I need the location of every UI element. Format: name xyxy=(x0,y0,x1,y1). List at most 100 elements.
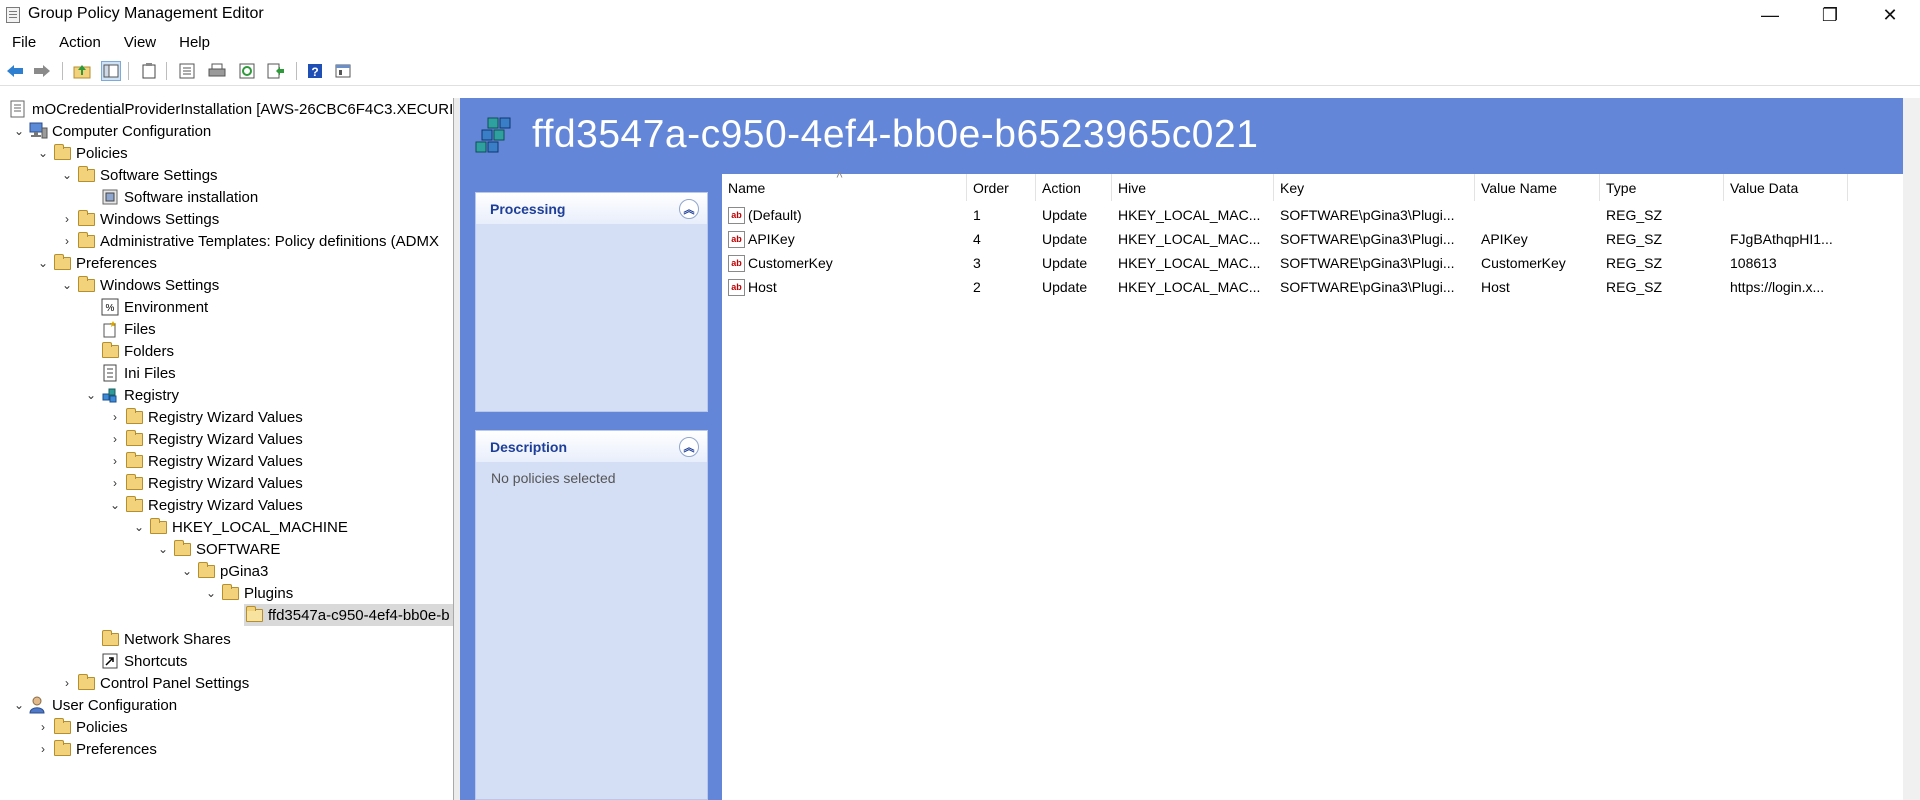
chevron-down-icon[interactable]: ⌄ xyxy=(10,124,28,138)
chevron-down-icon[interactable]: ⌄ xyxy=(154,542,172,556)
tree-shortcuts[interactable]: Shortcuts xyxy=(82,650,187,672)
up-folder-icon[interactable] xyxy=(72,61,92,81)
column-header-key[interactable]: Key xyxy=(1274,174,1475,201)
table-row[interactable]: ab (Default) 1 Update HKEY_LOCAL_MAC... S… xyxy=(722,203,1920,227)
files-icon xyxy=(100,320,120,338)
folder-icon xyxy=(124,407,144,426)
svg-text:?: ? xyxy=(311,65,318,79)
table-row[interactable]: ab Host 2 Update HKEY_LOCAL_MAC... SOFTWA… xyxy=(722,275,1920,299)
column-header-value-data[interactable]: Value Data xyxy=(1724,174,1848,201)
chevron-down-icon[interactable]: ⌄ xyxy=(82,388,100,402)
column-header-hive[interactable]: Hive xyxy=(1112,174,1274,201)
tree-files[interactable]: Files xyxy=(82,318,156,340)
processing-panel: Processing ︽ xyxy=(475,192,708,412)
chevron-right-icon[interactable]: › xyxy=(58,676,76,690)
tree-policies[interactable]: ⌄ Policies xyxy=(34,142,128,164)
tree-registry-wizard-values-1[interactable]: › Registry Wizard Values xyxy=(106,406,303,428)
column-header-value-name[interactable]: Value Name xyxy=(1475,174,1600,201)
environment-icon: % xyxy=(100,298,120,316)
tree-user-policies[interactable]: › Policies xyxy=(34,716,128,738)
tree-pgina3[interactable]: ⌄ pGina3 xyxy=(178,560,268,582)
chevron-right-icon[interactable]: › xyxy=(106,410,124,424)
tree-registry-wizard-values-4[interactable]: › Registry Wizard Values xyxy=(106,472,303,494)
menu-help[interactable]: Help xyxy=(167,34,221,51)
show-hide-tree-icon[interactable] xyxy=(101,61,121,81)
tree-preferences[interactable]: ⌄ Preferences xyxy=(34,252,157,274)
menu-file[interactable]: File xyxy=(0,34,47,51)
chevron-down-icon[interactable]: ⌄ xyxy=(178,564,196,578)
chevron-right-icon[interactable]: › xyxy=(106,432,124,446)
window-title: Group Policy Management Editor xyxy=(28,5,264,22)
chevron-down-icon[interactable]: ⌄ xyxy=(58,278,76,292)
svg-text:%: % xyxy=(106,303,115,314)
tree-software[interactable]: ⌄ SOFTWARE xyxy=(154,538,280,560)
properties-icon[interactable] xyxy=(139,61,159,81)
collapse-chevron-icon[interactable]: ︽ xyxy=(679,199,699,219)
chevron-right-icon[interactable]: › xyxy=(58,234,76,248)
software-installation-icon xyxy=(100,188,120,206)
chevron-down-icon[interactable]: ⌄ xyxy=(10,698,28,712)
folder-icon xyxy=(148,517,168,536)
folder-icon xyxy=(196,561,216,580)
chevron-down-icon[interactable]: ⌄ xyxy=(130,520,148,534)
registry-icon xyxy=(100,386,120,404)
tree-network-shares[interactable]: Network Shares xyxy=(82,628,231,650)
menu-action[interactable]: Action xyxy=(47,34,112,51)
tree-computer-configuration[interactable]: ⌄ Computer Configuration xyxy=(10,120,211,142)
tree-guid-selected[interactable]: ffd3547a-c950-4ef4-bb0e-b xyxy=(244,604,453,626)
column-header-name[interactable]: Name ˄ xyxy=(722,168,967,201)
tree-windows-settings[interactable]: › Windows Settings xyxy=(58,208,219,230)
chevron-right-icon[interactable]: › xyxy=(106,454,124,468)
chevron-down-icon[interactable]: ⌄ xyxy=(202,586,220,600)
print-icon[interactable] xyxy=(207,61,227,81)
table-row[interactable]: ab APIKey 4 Update HKEY_LOCAL_MAC... SOFT… xyxy=(722,227,1920,251)
export-icon[interactable] xyxy=(266,61,286,81)
tree-registry-wizard-values-5[interactable]: ⌄ Registry Wizard Values xyxy=(106,494,303,516)
vertical-scrollbar[interactable] xyxy=(1903,98,1920,800)
restore-button[interactable]: ❐ xyxy=(1800,0,1860,30)
tree-user-configuration[interactable]: ⌄ User Configuration xyxy=(10,694,177,716)
chevron-down-icon[interactable]: ⌄ xyxy=(58,168,76,182)
console-icon[interactable] xyxy=(333,61,353,81)
column-header-order[interactable]: Order xyxy=(967,174,1036,201)
close-button[interactable]: ✕ xyxy=(1860,0,1920,30)
tree-plugins[interactable]: ⌄ Plugins xyxy=(202,582,293,604)
control-panel-icon xyxy=(76,673,96,692)
tree-software-settings[interactable]: ⌄ Software Settings xyxy=(58,164,218,186)
tree-environment[interactable]: % Environment xyxy=(82,296,208,318)
chevron-down-icon[interactable]: ⌄ xyxy=(34,256,52,270)
tree-folders[interactable]: Folders xyxy=(82,340,174,362)
collapse-chevron-icon[interactable]: ︽ xyxy=(679,437,699,457)
tree-control-panel-settings[interactable]: › Control Panel Settings xyxy=(58,672,249,694)
chevron-right-icon[interactable]: › xyxy=(106,476,124,490)
chevron-down-icon[interactable]: ⌄ xyxy=(34,146,52,160)
forward-arrow-icon[interactable] xyxy=(32,61,52,81)
tree-registry-wizard-values-3[interactable]: › Registry Wizard Values xyxy=(106,450,303,472)
tree-ini-files[interactable]: Ini Files xyxy=(82,362,176,384)
chevron-right-icon[interactable]: › xyxy=(34,720,52,734)
tree-administrative-templates[interactable]: › Administrative Templates: Policy defin… xyxy=(58,230,439,252)
table-row[interactable]: ab CustomerKey 3 Update HKEY_LOCAL_MAC...… xyxy=(722,251,1920,275)
chevron-right-icon[interactable]: › xyxy=(34,742,52,756)
tree-registry[interactable]: ⌄ Registry xyxy=(82,384,179,406)
tree-user-preferences[interactable]: › Preferences xyxy=(34,738,157,760)
tree-software-installation[interactable]: Software installation xyxy=(82,186,258,208)
tree-registry-wizard-values-2[interactable]: › Registry Wizard Values xyxy=(106,428,303,450)
help-icon[interactable]: ? xyxy=(305,61,325,81)
reg-string-icon: ab xyxy=(728,230,745,248)
sort-ascending-icon: ˄ xyxy=(836,168,844,182)
user-icon xyxy=(28,696,48,714)
chevron-down-icon[interactable]: ⌄ xyxy=(106,498,124,512)
tree-pref-windows-settings[interactable]: ⌄ Windows Settings xyxy=(58,274,219,296)
chevron-right-icon[interactable]: › xyxy=(58,212,76,226)
export-list-icon[interactable] xyxy=(177,61,197,81)
column-header-type[interactable]: Type xyxy=(1600,174,1724,201)
column-header-action[interactable]: Action xyxy=(1036,174,1112,201)
menu-view[interactable]: View xyxy=(112,34,167,51)
refresh-icon[interactable] xyxy=(237,61,257,81)
minimize-button-2[interactable]: — xyxy=(1740,0,1800,30)
tree-root-gpo[interactable]: mOCredentialProviderInstallation [AWS-26… xyxy=(8,98,453,120)
tree-hkey-local-machine[interactable]: ⌄ HKEY_LOCAL_MACHINE xyxy=(130,516,348,538)
computer-icon xyxy=(28,122,48,140)
back-arrow-icon[interactable] xyxy=(5,61,25,81)
